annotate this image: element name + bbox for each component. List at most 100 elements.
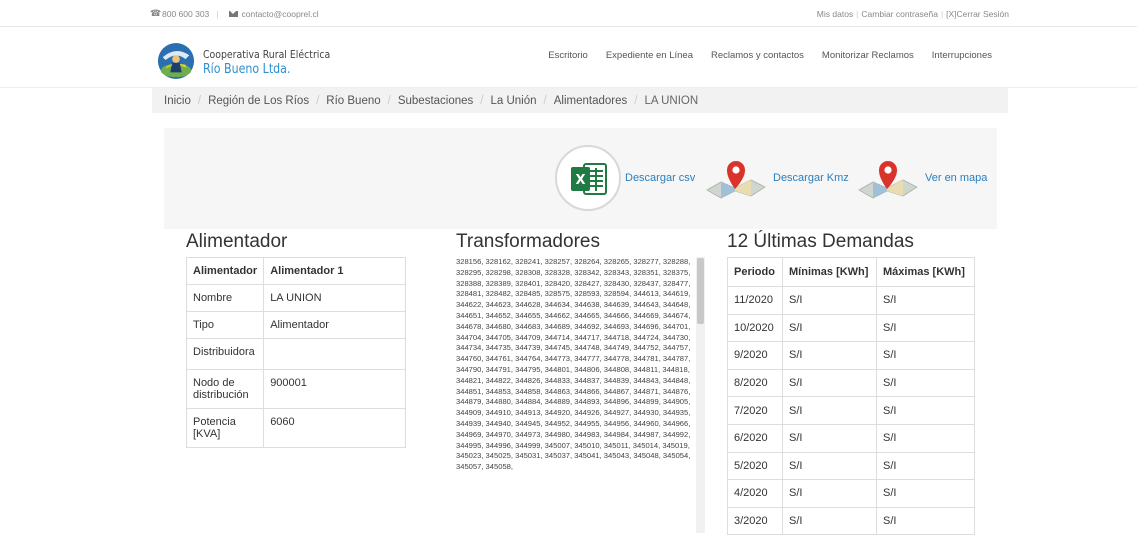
table-row: Tipo Alimentador — [185, 311, 406, 339]
nav-monitorizar-reclamos[interactable]: Monitorizar Reclamos — [822, 50, 914, 61]
table-cell-max: S/I — [876, 423, 975, 453]
table-cell-period: 3/2020 — [727, 506, 783, 535]
table-cell-value — [263, 338, 406, 370]
table-row: 4/2020 S/I S/I — [727, 479, 975, 508]
kmz-map-pin-icon[interactable] — [705, 160, 767, 200]
download-csv-icon-button[interactable]: X — [555, 145, 621, 211]
excel-icon: X — [571, 163, 607, 195]
transformadores-list[interactable]: 328156, 328162, 328241, 328257, 328264, … — [456, 257, 705, 533]
table-row: 7/2020 S/I S/I — [727, 396, 975, 425]
table-cell-min: S/I — [782, 341, 877, 370]
table-row: 6/2020 S/I S/I — [727, 423, 975, 453]
breadcrumb-separator: / — [634, 94, 638, 107]
email-link[interactable]: contacto@cooprel.cl — [242, 9, 319, 19]
brand-line-2: Río Bueno Ltda. — [203, 62, 291, 77]
table-cell-max: S/I — [876, 341, 975, 370]
table-cell-value: 900001 — [263, 369, 406, 409]
table-row: 9/2020 S/I S/I — [727, 341, 975, 370]
breadcrumb: Inicio / Región de Los Ríos / Río Bueno … — [152, 88, 1008, 113]
divider: | — [940, 9, 944, 19]
table-row: 3/2020 S/I S/I — [727, 506, 975, 535]
table-cell-min: S/I — [782, 286, 877, 315]
breadcrumb-item-inicio[interactable]: Inicio — [164, 95, 191, 107]
table-cell-label: Potencia [KVA] — [185, 408, 265, 448]
table-cell-min: S/I — [782, 396, 877, 425]
phone-icon — [150, 8, 161, 19]
table-cell-max: S/I — [876, 396, 975, 425]
alimentador-table: Alimentador Alimentador 1 Nombre LA UNIO… — [185, 257, 406, 448]
breadcrumb-separator: / — [480, 94, 484, 107]
logout-link[interactable]: [X]Cerrar Sesión — [946, 9, 1009, 19]
breadcrumb-separator: / — [543, 94, 547, 107]
table-cell-period: 5/2020 — [727, 451, 783, 481]
main-nav: Escritorio Expediente en Línea Reclamos … — [530, 50, 992, 61]
demandas-table: Periodo Mínimas [KWh] Máximas [KWh] 11/2… — [727, 257, 975, 535]
brand-name[interactable]: Cooperativa Rural Eléctrica Río Bueno Lt… — [203, 48, 353, 77]
downloads-panel: X Descargar csv Descargar Kmz Ver en map… — [164, 128, 997, 229]
table-cell-value: 6060 — [263, 408, 406, 448]
table-row: Nombre LA UNION — [185, 284, 406, 312]
table-row: 11/2020 S/I S/I — [727, 286, 975, 315]
transformadores-text: 328156, 328162, 328241, 328257, 328264, … — [456, 257, 691, 472]
download-kmz-link[interactable]: Descargar Kmz — [773, 172, 849, 184]
table-cell-period: 4/2020 — [727, 479, 783, 508]
table-cell-label: Nodo de distribución — [185, 369, 265, 409]
breadcrumb-item-comuna[interactable]: Río Bueno — [326, 95, 380, 107]
download-csv-link[interactable]: Descargar csv — [625, 172, 695, 184]
table-row: 8/2020 S/I S/I — [727, 368, 975, 398]
phone-number: 800 600 303 — [162, 9, 210, 19]
table-cell-period: 10/2020 — [727, 313, 783, 343]
table-cell-value: Alimentador — [263, 311, 406, 339]
nav-interrupciones[interactable]: Interrupciones — [932, 50, 992, 61]
table-cell-label: Tipo — [185, 311, 265, 339]
change-password-link[interactable]: Cambiar contraseña — [861, 9, 938, 19]
table-header-cell: Alimentador 1 — [263, 257, 406, 285]
table-cell-max: S/I — [876, 451, 975, 481]
table-cell-min: S/I — [782, 506, 877, 535]
table-cell-label: Nombre — [185, 284, 265, 312]
svg-text:X: X — [575, 173, 585, 188]
nav-reclamos-contactos[interactable]: Reclamos y contactos — [711, 50, 804, 61]
table-row: 5/2020 S/I S/I — [727, 451, 975, 481]
table-cell-min: S/I — [782, 451, 877, 481]
table-header-cell: Máximas [KWh] — [876, 257, 975, 287]
divider: | — [216, 9, 219, 19]
table-header-row: Periodo Mínimas [KWh] Máximas [KWh] — [727, 257, 975, 287]
breadcrumb-item-subestacion[interactable]: La Unión — [491, 95, 537, 107]
breadcrumb-item-region[interactable]: Región de Los Ríos — [208, 95, 309, 107]
scrollbar-thumb[interactable] — [697, 258, 704, 324]
table-cell-period: 7/2020 — [727, 396, 783, 425]
mail-icon — [228, 11, 238, 17]
table-header-row: Alimentador Alimentador 1 — [185, 257, 406, 285]
top-utility-bar: 800 600 303 | contacto@cooprel.cl Mis da… — [0, 0, 1137, 27]
table-cell-value: LA UNION — [263, 284, 406, 312]
table-header-cell: Mínimas [KWh] — [782, 257, 877, 287]
breadcrumb-separator: / — [197, 94, 202, 107]
map-pin-icon[interactable] — [857, 160, 919, 200]
table-cell-min: S/I — [782, 313, 877, 343]
brand-line-1: Cooperativa Rural Eléctrica — [203, 48, 331, 61]
breadcrumb-item-alimentadores[interactable]: Alimentadores — [554, 95, 628, 107]
cooperative-logo[interactable] — [157, 42, 195, 80]
my-data-link[interactable]: Mis datos — [817, 9, 853, 19]
table-row: Nodo de distribución 900001 — [185, 369, 406, 409]
demandas-title: 12 Últimas Demandas — [727, 231, 914, 252]
table-cell-period: 6/2020 — [727, 423, 783, 453]
breadcrumb-item-current: LA UNION — [644, 94, 699, 107]
nav-escritorio[interactable]: Escritorio — [548, 50, 588, 61]
table-cell-min: S/I — [782, 423, 877, 453]
table-row: Potencia [KVA] 6060 — [185, 408, 406, 448]
breadcrumb-separator: / — [387, 94, 391, 107]
table-cell-period: 8/2020 — [727, 368, 783, 398]
table-header-cell: Periodo — [727, 257, 783, 287]
breadcrumb-item-subestaciones[interactable]: Subestaciones — [398, 95, 473, 107]
view-map-link[interactable]: Ver en mapa — [925, 172, 987, 184]
account-links: Mis datos | Cambiar contraseña | [X]Cerr… — [817, 9, 1009, 19]
table-cell-max: S/I — [876, 479, 975, 508]
nav-expediente[interactable]: Expediente en Línea — [606, 50, 693, 61]
table-cell-min: S/I — [782, 368, 877, 398]
table-cell-label: Distribuidora — [185, 338, 265, 370]
transformadores-title: Transformadores — [456, 231, 600, 252]
divider: | — [856, 9, 859, 19]
alimentador-title: Alimentador — [186, 231, 288, 252]
